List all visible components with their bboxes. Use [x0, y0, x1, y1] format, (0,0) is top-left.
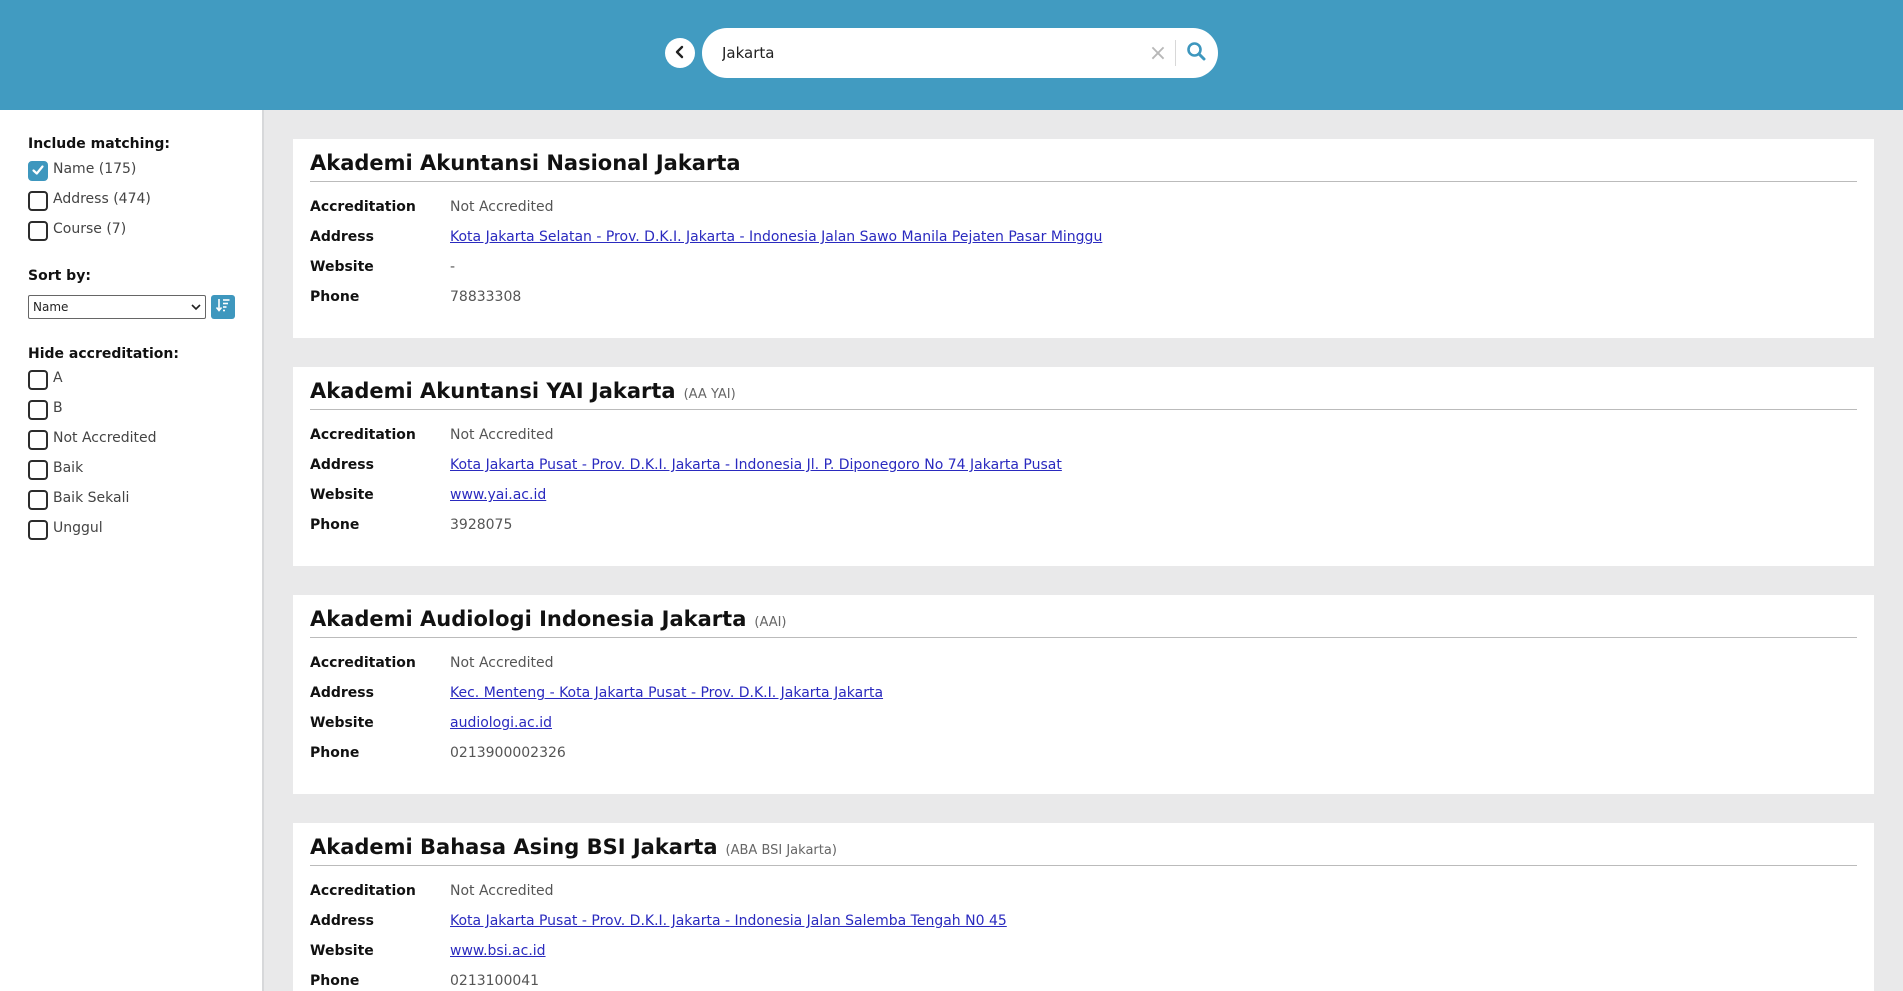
address-label: Address: [310, 229, 374, 245]
sort-by-heading: Sort by:: [28, 268, 91, 284]
phone-label: Phone: [310, 289, 360, 305]
sort-select-value: Name: [33, 300, 69, 314]
phone-value: 3928075: [450, 517, 513, 533]
checkbox-box[interactable]: [28, 490, 48, 510]
checkbox-box[interactable]: [28, 221, 48, 241]
chevron-left-icon: [673, 44, 687, 63]
result-card: Akademi Akuntansi YAI Jakarta (AA YAI) A…: [293, 367, 1874, 566]
checkbox-box[interactable]: [28, 191, 48, 211]
checkbox-box[interactable]: [28, 370, 48, 390]
accreditation-value: Not Accredited: [450, 655, 554, 671]
accreditation-value: Not Accredited: [450, 427, 554, 443]
institution-name: Akademi Akuntansi Nasional Jakarta: [310, 151, 741, 175]
address-link[interactable]: Kota Jakarta Pusat - Prov. D.K.I. Jakart…: [450, 457, 1062, 473]
institution-abbreviation: (ABA BSI Jakarta): [725, 843, 837, 858]
search-divider: [1175, 40, 1176, 66]
sort-direction-button[interactable]: [211, 295, 235, 319]
checkbox-box[interactable]: [28, 400, 48, 420]
website-label: Website: [310, 259, 374, 275]
address-label: Address: [310, 913, 374, 929]
chevron-down-icon: [191, 300, 201, 314]
hide-a-checkbox[interactable]: A: [28, 368, 63, 392]
checkbox-box[interactable]: [28, 460, 48, 480]
website-link[interactable]: audiologi.ac.id: [450, 715, 552, 731]
institution-abbreviation: (AA YAI): [683, 387, 736, 402]
include-course-checkbox[interactable]: Course (7): [28, 219, 126, 243]
result-card: Akademi Audiologi Indonesia Jakarta (AAI…: [293, 595, 1874, 794]
filter-sidebar: Include matching: Name (175) Address (47…: [0, 110, 264, 991]
include-address-checkbox[interactable]: Address (474): [28, 189, 151, 213]
search-box: ×: [702, 28, 1218, 78]
hide-baik-checkbox[interactable]: Baik: [28, 458, 83, 482]
institution-abbreviation: (AAI): [754, 615, 787, 630]
address-label: Address: [310, 457, 374, 473]
website-label: Website: [310, 487, 374, 503]
checkbox-label: Baik: [53, 460, 84, 476]
checkbox-label: B: [53, 400, 63, 416]
accreditation-label: Accreditation: [310, 199, 416, 215]
address-link[interactable]: Kota Jakarta Pusat - Prov. D.K.I. Jakart…: [450, 913, 1007, 929]
checkbox-box[interactable]: [28, 161, 48, 181]
title-divider: [310, 181, 1857, 182]
institution-name: Akademi Bahasa Asing BSI Jakarta: [310, 835, 718, 859]
result-title: Akademi Akuntansi Nasional Jakarta: [310, 151, 749, 175]
address-link[interactable]: Kec. Menteng - Kota Jakarta Pusat - Prov…: [450, 685, 883, 701]
address-label: Address: [310, 685, 374, 701]
result-title: Akademi Audiologi Indonesia Jakarta (AAI…: [310, 607, 787, 631]
result-card: Akademi Bahasa Asing BSI Jakarta (ABA BS…: [293, 823, 1874, 991]
include-name-checkbox[interactable]: Name (175): [28, 159, 136, 183]
phone-value: 0213900002326: [450, 745, 566, 761]
website-link[interactable]: www.bsi.ac.id: [450, 943, 546, 959]
hide-baik-sekali-checkbox[interactable]: Baik Sekali: [28, 488, 129, 512]
phone-value: 78833308: [450, 289, 522, 305]
search-icon: [1186, 41, 1206, 65]
accreditation-label: Accreditation: [310, 655, 416, 671]
accreditation-value: Not Accredited: [450, 883, 554, 899]
checkbox-label: Address (474): [53, 191, 151, 207]
institution-name: Akademi Akuntansi YAI Jakarta: [310, 379, 676, 403]
checkbox-label: Course (7): [53, 221, 127, 237]
website-label: Website: [310, 715, 374, 731]
phone-label: Phone: [310, 745, 360, 761]
checkbox-label: Not Accredited: [53, 430, 157, 446]
hide-not-accredited-checkbox[interactable]: Not Accredited: [28, 428, 157, 452]
title-divider: [310, 637, 1857, 638]
result-title: Akademi Akuntansi YAI Jakarta (AA YAI): [310, 379, 736, 403]
result-title: Akademi Bahasa Asing BSI Jakarta (ABA BS…: [310, 835, 837, 859]
accreditation-value: Not Accredited: [450, 199, 554, 215]
hide-b-checkbox[interactable]: B: [28, 398, 63, 422]
checkmark-icon: [31, 162, 45, 181]
clear-search-button[interactable]: ×: [1147, 40, 1169, 66]
phone-label: Phone: [310, 973, 360, 989]
search-input[interactable]: [722, 28, 1122, 78]
back-button[interactable]: [665, 38, 695, 68]
accreditation-label: Accreditation: [310, 427, 416, 443]
title-divider: [310, 865, 1857, 866]
website-label: Website: [310, 943, 374, 959]
top-bar: ×: [0, 0, 1903, 110]
website-link[interactable]: www.yai.ac.id: [450, 487, 546, 503]
hide-accreditation-heading: Hide accreditation:: [28, 346, 179, 362]
search-button[interactable]: [1182, 39, 1210, 67]
checkbox-box[interactable]: [28, 430, 48, 450]
close-icon: ×: [1148, 40, 1168, 66]
phone-label: Phone: [310, 517, 360, 533]
include-matching-heading: Include matching:: [28, 136, 171, 152]
institution-name: Akademi Audiologi Indonesia Jakarta: [310, 607, 747, 631]
address-link[interactable]: Kota Jakarta Selatan - Prov. D.K.I. Jaka…: [450, 229, 1102, 245]
phone-value: 0213100041: [450, 973, 540, 989]
checkbox-label: Baik Sekali: [53, 490, 130, 506]
checkbox-box[interactable]: [28, 520, 48, 540]
checkbox-label: Unggul: [53, 520, 103, 536]
sort-descending-icon: [215, 297, 231, 317]
accreditation-label: Accreditation: [310, 883, 416, 899]
website-value: -: [450, 259, 456, 275]
result-card: Akademi Akuntansi Nasional Jakarta Accre…: [293, 139, 1874, 338]
title-divider: [310, 409, 1857, 410]
sort-select[interactable]: Name: [28, 295, 206, 319]
checkbox-label: Name (175): [53, 161, 137, 177]
hide-unggul-checkbox[interactable]: Unggul: [28, 518, 103, 542]
checkbox-label: A: [53, 370, 63, 386]
